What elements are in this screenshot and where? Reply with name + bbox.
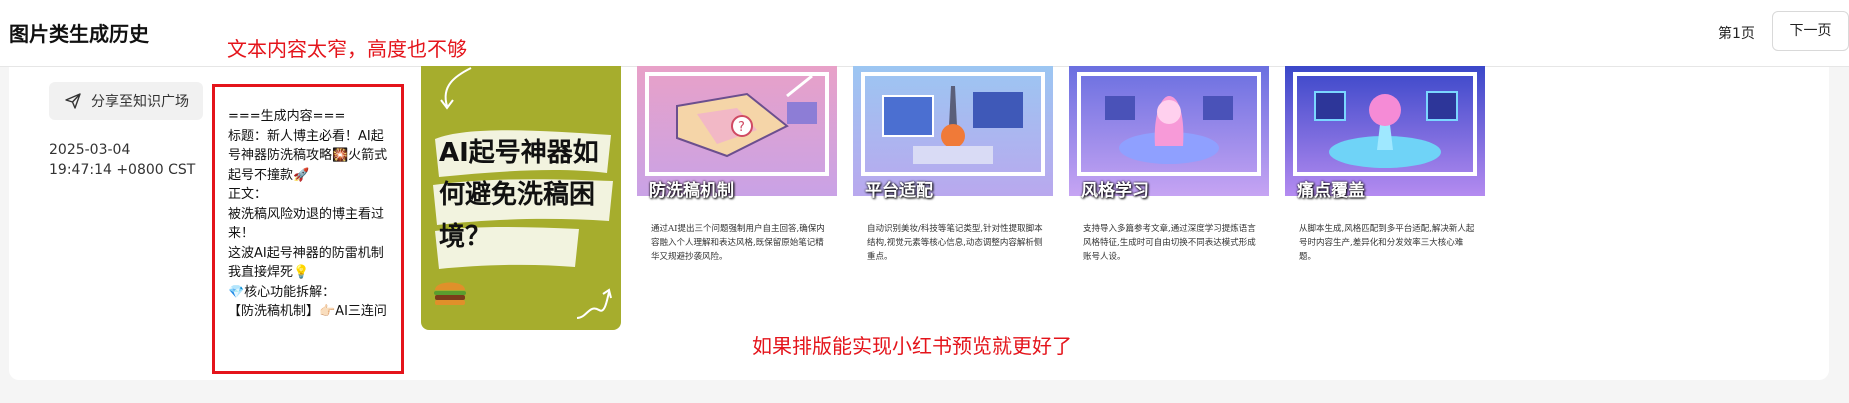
thumbnail-label: 痛点覆盖: [1297, 181, 1365, 201]
thumbnail-card[interactable]: 痛点覆盖 从脚本生成,风格匹配到多平台适配,解决新人起号时内容生产,差异化和分发…: [1285, 66, 1485, 272]
thumbnail-card[interactable]: 风格学习 支持导入多篇参考文章,通过深度学习提炼语言风格特征,生成时可自由切换不…: [1069, 66, 1269, 272]
burger-icon: [432, 276, 468, 312]
cover-title: AI起号神器如何避免洗稿困境？: [439, 138, 599, 252]
annotation-note: 如果排版能实现小红书预览就更好了: [752, 334, 1072, 358]
annotation-note: 文本内容太窄，高度也不够: [227, 37, 467, 61]
share-to-knowledge-plaza-button[interactable]: 分享至知识广场: [49, 82, 203, 120]
text-line: 【防洗稿机制】👉🏻AI三连问: [228, 304, 387, 319]
thumbnail-description: 支持导入多篇参考文章,通过深度学习提炼语言风格特征,生成时可自由切换不同表达模式…: [1083, 224, 1256, 262]
thumbnail-label: 平台适配: [865, 181, 933, 201]
generated-text-panel: ===生成内容=== 标题：新人博主必看！AI起号神器防洗稿攻略🎇火箭式起号不撞…: [212, 84, 404, 374]
thumbnail-card[interactable]: 平台适配 自动识别美妆/科技等笔记类型,针对性提取脚本结构,视觉元素等核心信息,…: [853, 66, 1053, 272]
thumbnail-label: 防洗稿机制: [649, 181, 734, 201]
entry-timestamp: 2025-03-04 19:47:14 +0800 CST: [49, 142, 196, 178]
page-indicator: 第1页: [1718, 26, 1755, 42]
thumbnail-description: 自动识别美妆/科技等笔记类型,针对性提取脚本结构,视觉元素等核心信息,动态调整内…: [867, 224, 1043, 262]
cover-image[interactable]: AI起号神器如何避免洗稿困境？: [421, 66, 621, 330]
page-title: 图片类生成历史: [9, 22, 149, 46]
send-icon: [65, 93, 81, 109]
text-line: ===生成内容===: [228, 109, 346, 124]
share-button-label: 分享至知识广场: [91, 94, 189, 110]
text-line: 正文：: [228, 187, 268, 202]
text-line: 这波AI起号神器的防雷机制我直接焊死💡: [228, 245, 384, 281]
text-line: 💎核心功能拆解：: [228, 284, 336, 300]
thumbnail-label: 风格学习: [1081, 181, 1149, 201]
thumbnail-card[interactable]: ? 防洗稿机制 通过AI提出三个问题强制用户自主回答,确保内容融入个人理解和表达…: [637, 66, 837, 272]
thumbnail-description: 通过AI提出三个问题强制用户自主回答,确保内容融入个人理解和表达风格,既保留原始…: [651, 224, 825, 262]
text-line: 标题：新人博主必看！AI起号神器防洗稿攻略🎇火箭式起号不撞款🚀: [228, 128, 388, 183]
svg-text:?: ?: [738, 120, 745, 135]
thumbnail-description: 从脚本生成,风格匹配到多平台适配,解决新人起号时内容生产,差异化和分发效率三大核…: [1299, 224, 1475, 262]
doodle-arrow-icon: [435, 66, 475, 118]
next-page-button[interactable]: 下一页: [1772, 11, 1849, 51]
doodle-arrow-icon: [573, 284, 613, 328]
text-line: 被洗稿风险劝退的博主看过来！: [228, 206, 385, 242]
